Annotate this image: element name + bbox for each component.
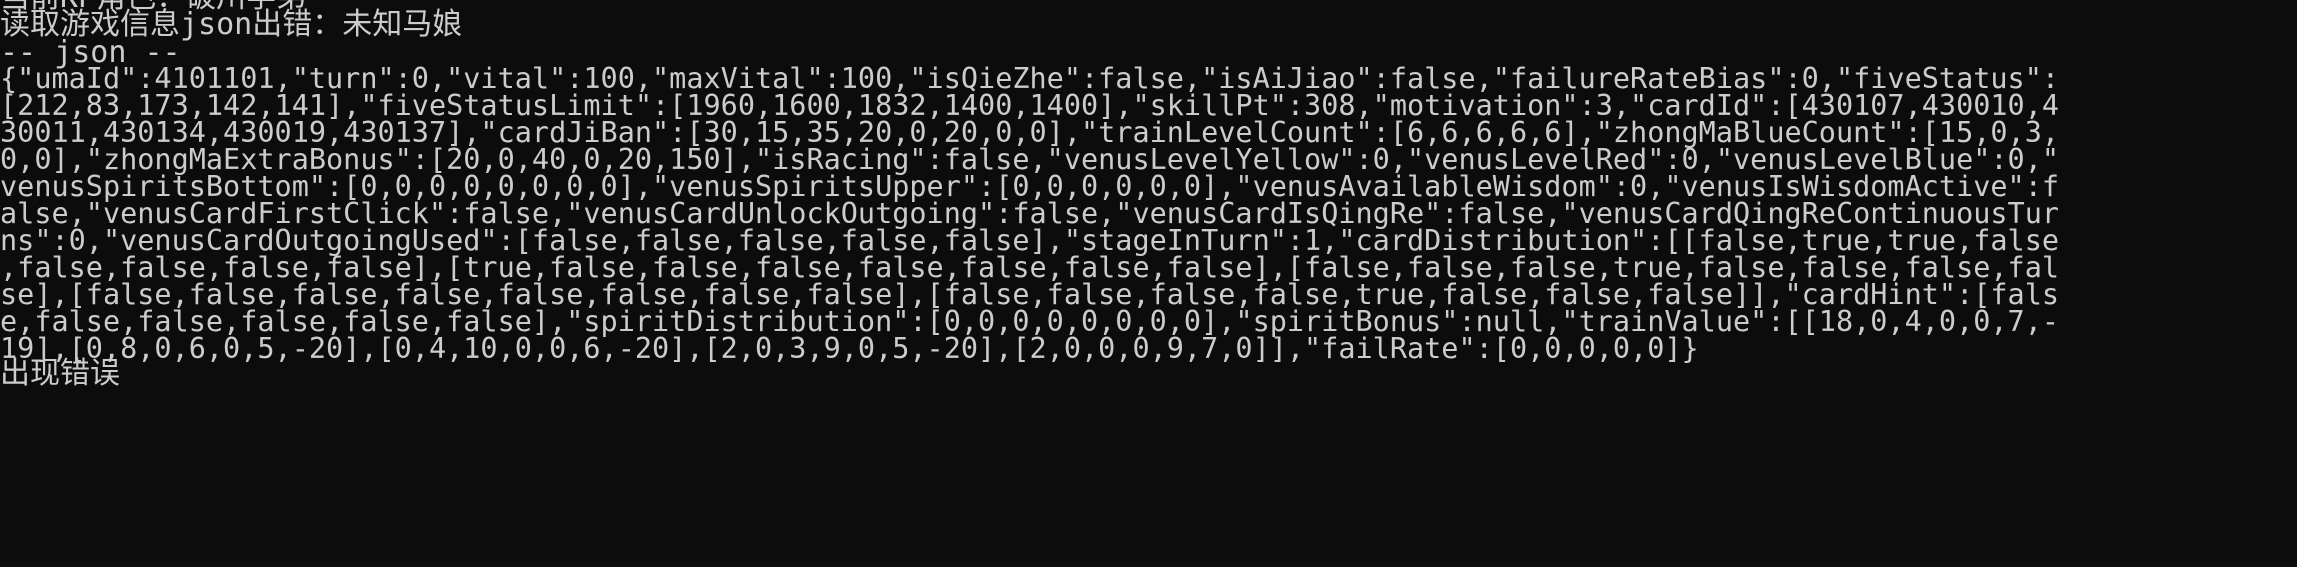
console-window[interactable]: 当前KP角色：破川学弟 读取游戏信息json出错：未知马娘 -- json --… (0, 0, 2297, 567)
error-occurred-line: 出现错误 (0, 356, 120, 391)
json-output-line: 19],[0,8,0,6,0,5,-20],[0,4,10,0,0,6,-20]… (0, 332, 1699, 365)
